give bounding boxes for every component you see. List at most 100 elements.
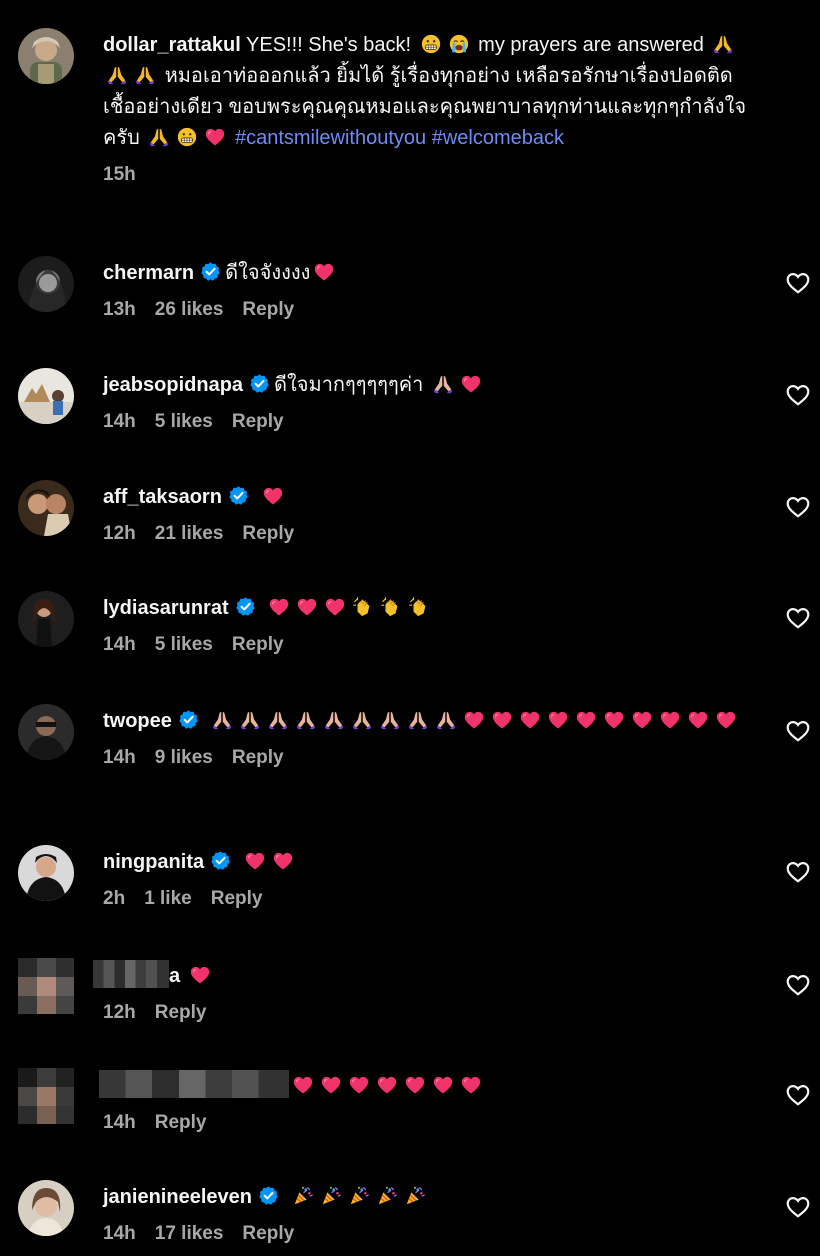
comment-username[interactable]: janienineeleven [103, 1186, 252, 1208]
avatar[interactable] [18, 368, 74, 424]
party-popper-emoji-icon [320, 1185, 342, 1207]
like-heart-icon[interactable] [785, 270, 811, 296]
comment-likes[interactable]: 9 likes [155, 747, 213, 768]
comment-text-part: ดีใจมากๆๆๆๆๆค่า [274, 374, 424, 396]
comment-username[interactable]: dollar_rattakul [103, 34, 241, 56]
comment-meta: 14h Reply [103, 1112, 763, 1134]
reply-button[interactable]: Reply [211, 888, 263, 909]
avatar[interactable] [18, 28, 74, 84]
comment-meta: 14h 17 likes Reply [103, 1223, 763, 1245]
comment-time: 14h [103, 747, 136, 768]
comment-body: ningpanita 2h 1 like Reply [103, 847, 763, 910]
verified-badge-icon [178, 709, 199, 730]
reply-button[interactable]: Reply [232, 411, 284, 432]
comment-time: 14h [103, 1223, 136, 1244]
like-heart-icon[interactable] [785, 382, 811, 408]
comment-username[interactable]: ningpanita [103, 851, 204, 873]
comment-likes[interactable]: 17 likes [155, 1223, 224, 1244]
comment-meta: 15h [103, 164, 763, 186]
red-heart-emoji-icon [404, 1074, 426, 1096]
verified-badge-icon [228, 485, 249, 506]
red-heart-emoji-icon [376, 1074, 398, 1096]
like-heart-icon[interactable] [785, 859, 811, 885]
blurred-username [93, 960, 169, 988]
avatar[interactable] [18, 704, 74, 760]
verified-badge-icon [235, 596, 256, 617]
clapping-hands-emoji-icon [352, 596, 374, 618]
comment-text: ningpanita [103, 847, 763, 878]
comment-username[interactable]: chermarn [103, 262, 194, 284]
like-heart-icon[interactable] [785, 1194, 811, 1220]
comment-meta: 14h 5 likes Reply [103, 411, 763, 433]
folded-hands-emoji-icon [211, 709, 233, 731]
avatar[interactable] [18, 1068, 74, 1124]
comment-body: 14h Reply [99, 1070, 763, 1134]
comment-time: 14h [103, 1112, 136, 1133]
like-heart-icon[interactable] [785, 718, 811, 744]
verified-badge-icon [200, 261, 221, 282]
comment-username[interactable]: lydiasarunrat [103, 597, 229, 619]
comment-body: dollar_rattakul YES!!! She's back! my pr… [103, 30, 763, 186]
comment-likes[interactable]: 5 likes [155, 634, 213, 655]
reply-button[interactable]: Reply [232, 634, 284, 655]
avatar[interactable] [18, 845, 74, 901]
comment-likes[interactable]: 1 like [144, 888, 192, 909]
folded-hands-emoji-icon [295, 709, 317, 731]
hashtag-link[interactable]: #cantsmilewithoutyou [235, 127, 426, 149]
comment-username[interactable]: aff_taksaorn [103, 486, 222, 508]
reply-button[interactable]: Reply [242, 299, 294, 320]
verified-badge-icon [210, 850, 231, 871]
red-heart-emoji-icon [432, 1074, 454, 1096]
like-heart-icon[interactable] [785, 605, 811, 631]
folded-hands-emoji-icon [435, 709, 457, 731]
red-heart-emoji-icon [324, 596, 346, 618]
verified-badge-icon [258, 1185, 279, 1206]
comment-likes[interactable]: 26 likes [155, 299, 224, 320]
avatar[interactable] [18, 480, 74, 536]
red-heart-emoji-icon [292, 1074, 314, 1096]
avatar[interactable] [18, 958, 74, 1014]
hashtag-link[interactable]: #welcomeback [432, 127, 564, 149]
grimacing-face-emoji-icon [176, 126, 198, 148]
comment-body: chermarn ดีใจจังงงง 13h 26 likes Reply [103, 258, 763, 321]
red-heart-emoji-icon [262, 485, 284, 507]
reply-button[interactable]: Reply [232, 747, 284, 768]
red-heart-emoji-icon [204, 126, 226, 148]
comment-text [99, 1070, 763, 1102]
comment-time: 12h [103, 523, 136, 544]
party-popper-emoji-icon [292, 1185, 314, 1207]
comment-body: lydiasarunrat 14h 5 likes Reply [103, 593, 763, 656]
reply-button[interactable]: Reply [155, 1112, 207, 1133]
comment-body: aff_taksaorn 12h 21 likes Reply [103, 482, 763, 545]
comment-username[interactable]: jeabsopidnapa [103, 374, 243, 396]
reply-button[interactable]: Reply [242, 523, 294, 544]
reply-button[interactable]: Reply [155, 1002, 207, 1023]
folded-hands-emoji-icon [351, 709, 373, 731]
party-popper-emoji-icon [404, 1185, 426, 1207]
like-heart-icon[interactable] [785, 972, 811, 998]
avatar[interactable] [18, 1180, 74, 1236]
comment-time: 13h [103, 299, 136, 320]
comment-text-part: ดีใจจังงงง [225, 262, 311, 284]
comment-likes[interactable]: 5 likes [155, 411, 213, 432]
comment-text: a [93, 960, 763, 992]
comment-body: a 12h Reply [93, 960, 763, 1024]
comment-meta: 2h 1 like Reply [103, 888, 763, 910]
comment-text: dollar_rattakul YES!!! She's back! my pr… [103, 30, 763, 154]
comment-likes[interactable]: 21 likes [155, 523, 224, 544]
like-heart-icon[interactable] [785, 1082, 811, 1108]
comment-username[interactable]: twopee [103, 710, 172, 732]
like-heart-icon[interactable] [785, 494, 811, 520]
folded-hands-emoji-icon [379, 709, 401, 731]
comment-meta: 14h 5 likes Reply [103, 634, 763, 656]
reply-button[interactable]: Reply [242, 1223, 294, 1244]
comment-username[interactable]: a [169, 965, 180, 987]
red-heart-emoji-icon [296, 596, 318, 618]
folded-hands-emoji-icon [407, 709, 429, 731]
red-heart-emoji-icon [189, 964, 211, 986]
comment-text: twopee [103, 706, 763, 737]
comment-time: 15h [103, 164, 136, 185]
avatar[interactable] [18, 591, 74, 647]
avatar[interactable] [18, 256, 74, 312]
folded-hands-emoji-icon [712, 33, 734, 55]
